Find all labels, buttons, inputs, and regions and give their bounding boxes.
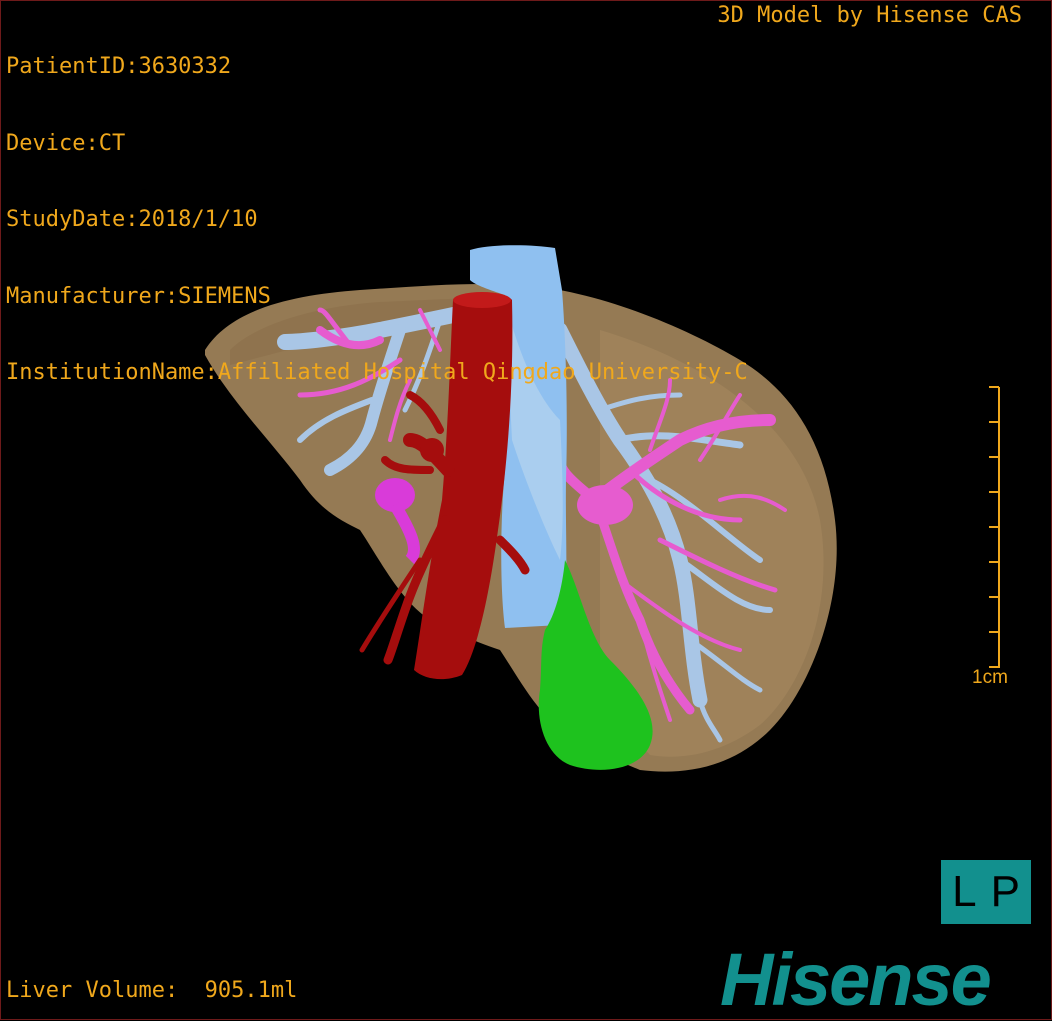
orientation-indicator[interactable]: L P [941,860,1031,924]
orientation-left-label: L [952,867,977,916]
manufacturer: Manufacturer:SIEMENS [6,283,271,309]
dicom-info: PatientID:3630332 Device:CT StudyDate:20… [6,3,748,411]
portal-vein-junction [577,485,633,525]
liver-volume: Liver Volume: 905.1ml [6,978,298,1003]
scale-bar-label: 1cm [972,667,1008,688]
institution-name: InstitutionName:Affiliated Hospital Qing… [6,360,748,385]
study-date: StudyDate:2018/1/10 [6,207,258,232]
scale-bar [989,386,1000,668]
celiac-node [420,438,444,462]
device: Device:CT [6,130,126,156]
hisense-logo: Hisense [720,938,992,1021]
model-credit: 3D Model by Hisense CAS [717,3,1022,28]
orientation-posterior-label: P [990,867,1020,916]
patient-id: PatientID:3630332 [6,54,232,79]
